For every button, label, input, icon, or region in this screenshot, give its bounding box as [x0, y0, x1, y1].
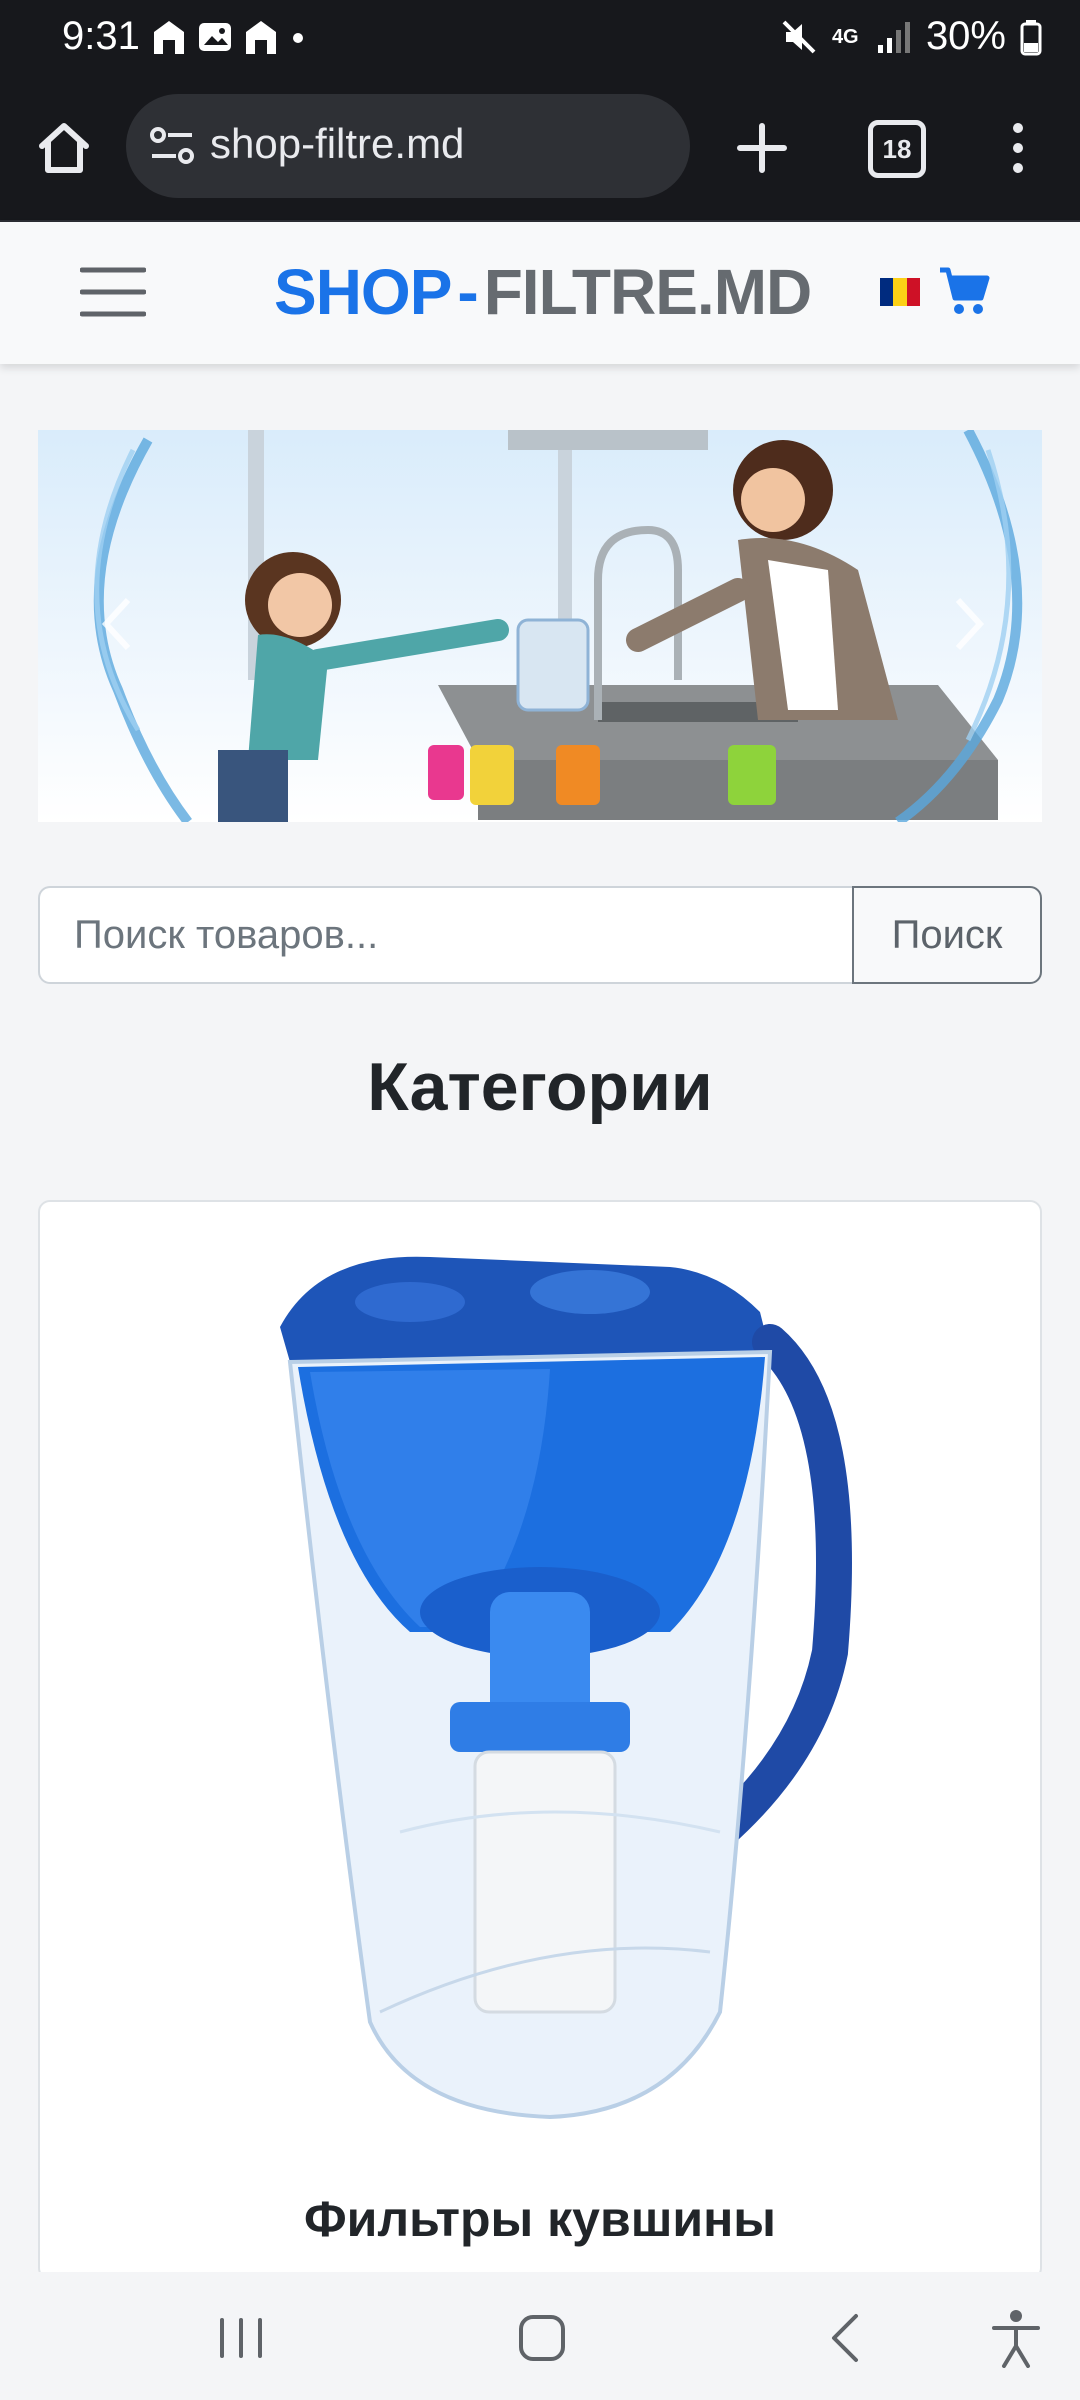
- status-time: 9:31: [62, 14, 140, 58]
- battery-percent: 30%: [925, 14, 1006, 58]
- back-icon[interactable]: [826, 2312, 866, 2364]
- status-right: 4G 30%: [780, 14, 1042, 59]
- search-input[interactable]: [38, 886, 852, 984]
- categories-heading: Категории: [367, 1049, 713, 1125]
- status-bar: 9:31 4G 30%: [0, 0, 1080, 78]
- hero-banner-image: [93, 430, 1023, 822]
- battery-icon: [1020, 19, 1042, 55]
- site-settings-icon[interactable]: [148, 124, 196, 168]
- dot-icon: [293, 33, 303, 43]
- more-options-icon[interactable]: [1000, 116, 1036, 180]
- mute-icon: [782, 20, 816, 53]
- recent-apps-icon[interactable]: [212, 2316, 270, 2360]
- category-card[interactable]: Фильтры кувшины: [38, 1200, 1042, 2280]
- category-title[interactable]: Фильтры кувшины: [40, 2190, 1040, 2248]
- language-flag-icon[interactable]: [880, 278, 920, 306]
- home-app-icon: [246, 21, 276, 54]
- search-form: Поиск: [38, 886, 1042, 984]
- tab-switcher-button[interactable]: 18: [868, 120, 926, 178]
- home-icon[interactable]: [32, 116, 96, 180]
- cart-icon[interactable]: [938, 266, 990, 316]
- network-type: 4G: [831, 25, 859, 48]
- address-bar[interactable]: shop-filtre.md: [126, 94, 690, 198]
- hero-carousel[interactable]: [38, 430, 1042, 822]
- new-tab-icon[interactable]: [730, 116, 794, 180]
- url-text[interactable]: shop-filtre.md: [210, 120, 464, 168]
- system-navigation-bar: [0, 2272, 1080, 2400]
- browser-toolbar: shop-filtre.md 18: [0, 78, 1080, 222]
- water-filter-pitcher-image: [280, 1256, 852, 2120]
- accessibility-icon[interactable]: [990, 2308, 1042, 2368]
- site-header: SHOP-FILTRE.MD: [0, 222, 1080, 364]
- signal-icon: [877, 21, 910, 53]
- carousel-prev-icon[interactable]: [98, 594, 138, 654]
- notification-icons: [150, 18, 308, 56]
- home-nav-icon[interactable]: [516, 2312, 568, 2364]
- carousel-next-icon[interactable]: [948, 594, 988, 654]
- home-app-icon: [154, 21, 184, 54]
- site-logo[interactable]: SHOP-FILTRE.MD: [274, 255, 812, 329]
- hamburger-menu-icon[interactable]: [80, 264, 146, 320]
- gallery-icon: [199, 23, 231, 51]
- search-button[interactable]: Поиск: [852, 886, 1042, 984]
